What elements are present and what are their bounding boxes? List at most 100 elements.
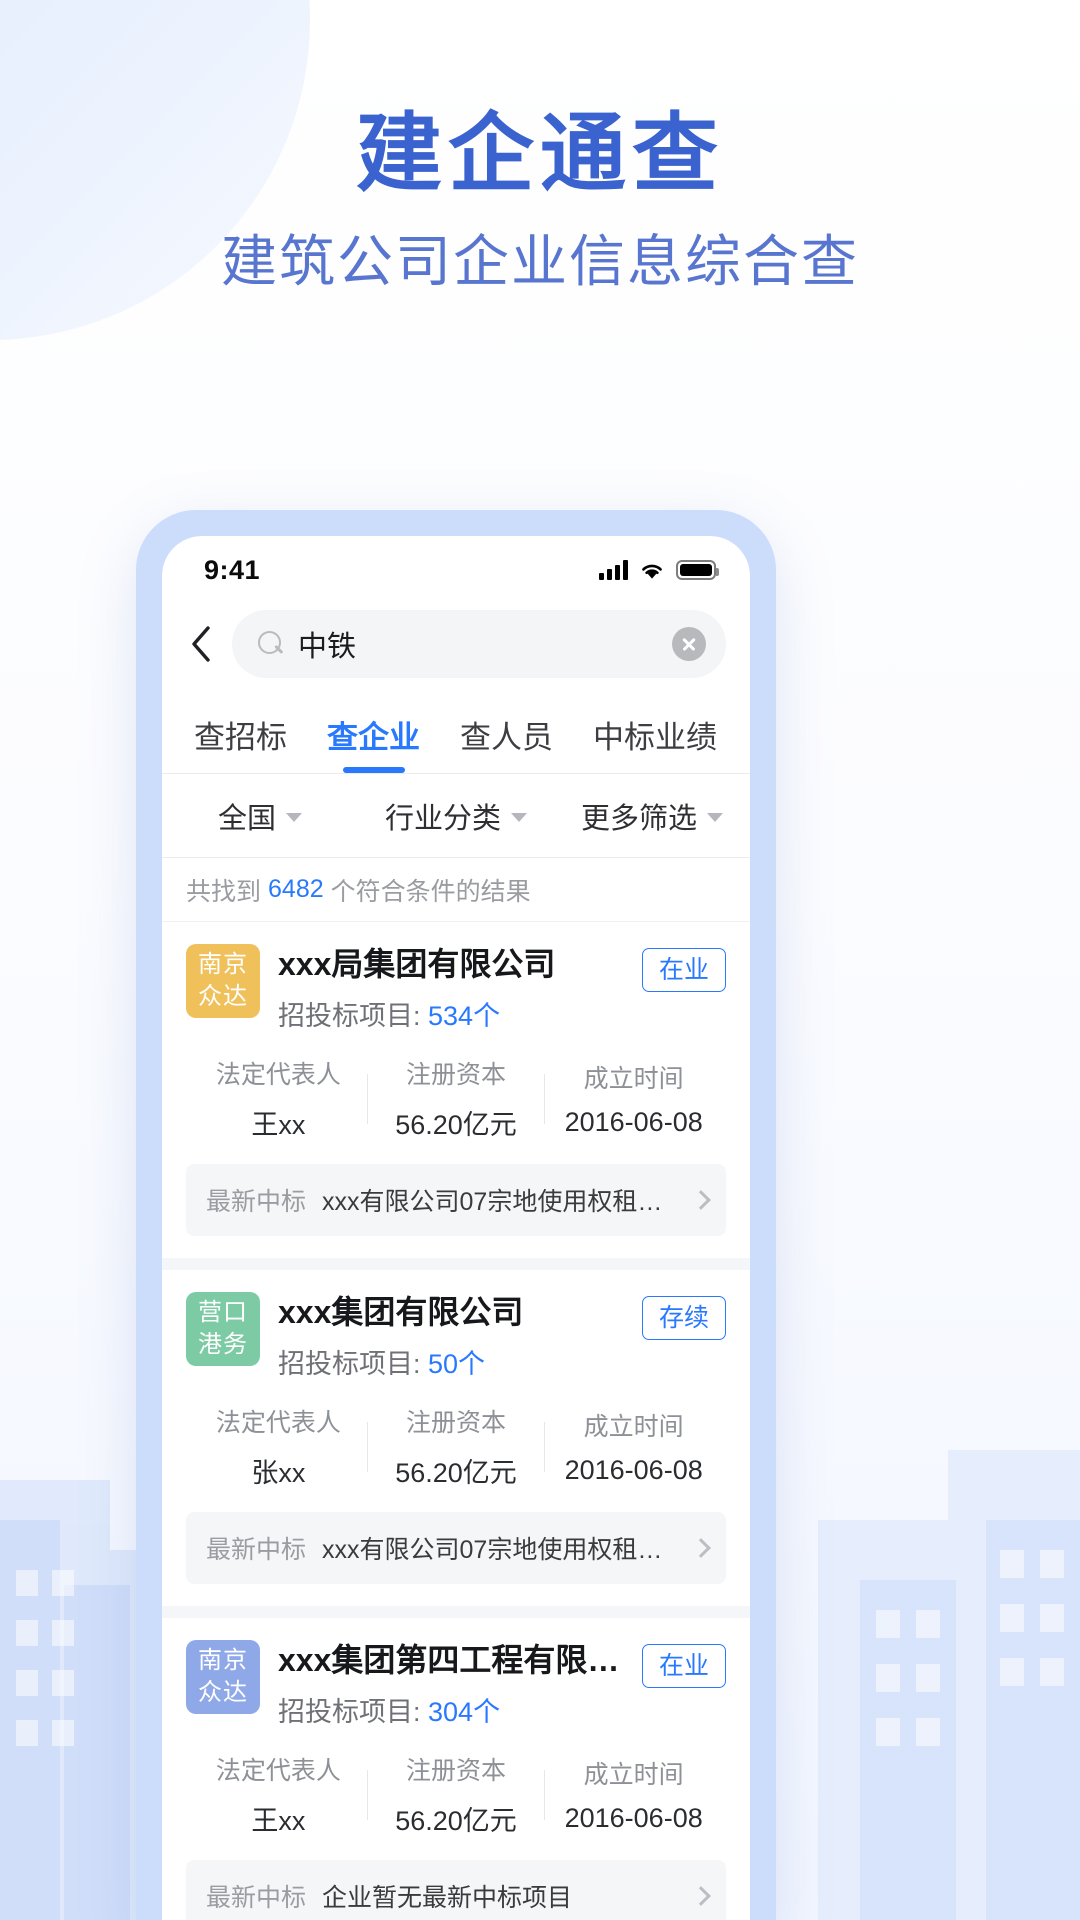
company-project-count: 招投标项目: 50个 xyxy=(278,1342,624,1381)
battery-full-icon xyxy=(676,560,719,580)
company-logo-line2: 港务 xyxy=(198,1331,248,1358)
stat-founded: 成立时间 2016-06-08 xyxy=(545,1059,722,1138)
wifi-icon xyxy=(639,560,665,580)
stat-legal-rep-value: 张xx xyxy=(251,1458,306,1488)
company-name: xxx集团有限公司 xyxy=(278,1294,524,1330)
stat-capital-value: 56.20亿元 xyxy=(395,1110,517,1140)
latest-bid-row[interactable]: 最新中标 xxx有限公司07宗地使用权租赁... xyxy=(186,1164,726,1236)
stat-capital: 注册资本 56.20亿元 xyxy=(368,1403,545,1490)
category-tabs: 查招标 查企业 查人员 中标业绩 四库业绩 xyxy=(162,696,750,774)
stat-legal-rep: 法定代表人 王xx xyxy=(190,1055,367,1142)
company-card-header: 南京 众达 xxx集团第四工程有限公司 招投标项目: 304个 在业 xyxy=(186,1640,726,1729)
stat-capital-label: 注册资本 xyxy=(406,1409,507,1437)
tab-cha-ren-yuan[interactable]: 查人员 xyxy=(460,712,553,773)
filter-region[interactable]: 全国 xyxy=(162,795,358,837)
stat-founded-value: 2016-06-08 xyxy=(564,1803,703,1833)
status-badge: 在业 xyxy=(641,1644,726,1688)
stat-capital: 注册资本 56.20亿元 xyxy=(368,1055,545,1142)
stat-legal-rep-value: 王xx xyxy=(251,1806,306,1836)
company-name: xxx集团第四工程有限公司 xyxy=(278,1642,624,1678)
company-stats: 法定代表人 王xx 注册资本 56.20亿元 成立时间 2016-06-08 xyxy=(186,1751,726,1838)
chevron-down-icon xyxy=(707,813,723,822)
result-count-number: 6482 xyxy=(268,875,324,903)
latest-bid-tag: 最新中标 xyxy=(206,1884,307,1912)
company-logo-line1: 南京 xyxy=(198,951,248,978)
company-logo-badge: 营口 港务 xyxy=(186,1292,260,1366)
company-card[interactable]: 南京 众达 xxx集团第四工程有限公司 招投标项目: 304个 在业 法定代表人 xyxy=(162,1618,750,1920)
stat-legal-rep-label: 法定代表人 xyxy=(215,1409,341,1437)
company-logo-line1: 营口 xyxy=(198,1299,248,1326)
latest-bid-tag: 最新中标 xyxy=(206,1536,307,1564)
search-input[interactable]: 中铁 xyxy=(232,610,726,678)
stat-founded: 成立时间 2016-06-08 xyxy=(545,1755,722,1834)
chevron-down-icon xyxy=(511,813,527,822)
latest-bid-text: xxx有限公司07宗地使用权租赁... xyxy=(322,1536,678,1564)
filter-bar: 全国 行业分类 更多筛选 xyxy=(162,774,750,858)
filter-industry[interactable]: 行业分类 xyxy=(358,795,554,837)
stat-capital-value: 56.20亿元 xyxy=(395,1458,517,1488)
filter-more-label: 更多筛选 xyxy=(580,802,697,835)
stat-founded-label: 成立时间 xyxy=(583,1413,684,1441)
signal-bars-icon xyxy=(599,560,628,580)
company-card-main: xxx局集团有限公司 招投标项目: 534个 xyxy=(278,944,624,1033)
chevron-right-icon xyxy=(691,1190,711,1210)
stat-founded-label: 成立时间 xyxy=(583,1065,684,1093)
stat-capital-value: 56.20亿元 xyxy=(395,1806,517,1836)
company-card[interactable]: 营口 港务 xxx集团有限公司 招投标项目: 50个 存续 法定代表人 张xx xyxy=(162,1270,750,1618)
company-stats: 法定代表人 张xx 注册资本 56.20亿元 成立时间 2016-06-08 xyxy=(186,1403,726,1490)
company-project-value: 50个 xyxy=(428,1349,486,1379)
stat-founded: 成立时间 2016-06-08 xyxy=(545,1407,722,1486)
stat-capital-label: 注册资本 xyxy=(406,1061,507,1089)
status-time: 9:41 xyxy=(204,554,261,585)
status-bar: 9:41 xyxy=(162,536,750,598)
filter-region-label: 全国 xyxy=(217,802,276,835)
company-project-value: 534个 xyxy=(428,1001,501,1031)
latest-bid-tag: 最新中标 xyxy=(206,1188,307,1216)
stat-founded-value: 2016-06-08 xyxy=(564,1107,703,1137)
company-logo-line2: 众达 xyxy=(198,1679,248,1706)
status-badge: 存续 xyxy=(641,1296,726,1340)
chevron-down-icon xyxy=(286,813,302,822)
hero-section: 建企通查 建筑公司企业信息综合查 xyxy=(0,0,1080,292)
latest-bid-row[interactable]: 最新中标 xxx有限公司07宗地使用权租赁... xyxy=(186,1512,726,1584)
stat-legal-rep-value: 王xx xyxy=(251,1110,306,1140)
latest-bid-text: xxx有限公司07宗地使用权租赁... xyxy=(322,1188,678,1216)
company-logo-badge: 南京 众达 xyxy=(186,944,260,1018)
result-count-suffix: 个符合条件的结果 xyxy=(330,877,531,906)
filter-more[interactable]: 更多筛选 xyxy=(554,795,750,837)
page-title: 建企通查 xyxy=(356,106,724,202)
stat-legal-rep: 法定代表人 王xx xyxy=(190,1751,367,1838)
stat-legal-rep-label: 法定代表人 xyxy=(215,1061,341,1089)
latest-bid-text: 企业暂无最新中标项目 xyxy=(322,1884,573,1912)
back-chevron-icon[interactable] xyxy=(184,622,218,666)
company-stats: 法定代表人 王xx 注册资本 56.20亿元 成立时间 2016-06-08 xyxy=(186,1055,726,1142)
result-count-prefix: 共找到 xyxy=(186,877,262,906)
company-card-main: xxx集团有限公司 招投标项目: 50个 xyxy=(278,1292,624,1381)
company-card[interactable]: 南京 众达 xxx局集团有限公司 招投标项目: 534个 在业 法定代表人 王x xyxy=(162,922,750,1270)
search-header: 中铁 xyxy=(162,598,750,696)
chevron-right-icon xyxy=(691,1886,711,1906)
latest-bid-row[interactable]: 最新中标 企业暂无最新中标项目 xyxy=(186,1860,726,1920)
company-logo-badge: 南京 众达 xyxy=(186,1640,260,1714)
company-card-header: 南京 众达 xxx局集团有限公司 招投标项目: 534个 在业 xyxy=(186,944,726,1033)
search-input-value: 中铁 xyxy=(298,631,357,663)
stat-founded-label: 成立时间 xyxy=(583,1761,684,1789)
company-logo-line2: 众达 xyxy=(198,983,248,1010)
status-badge: 在业 xyxy=(641,948,726,992)
stat-legal-rep-label: 法定代表人 xyxy=(215,1757,341,1785)
tab-cha-zhao-biao[interactable]: 查招标 xyxy=(194,712,287,773)
stat-founded-value: 2016-06-08 xyxy=(564,1455,703,1485)
phone-screen: 9:41 中铁 查招标 查企业 查人员 中标业绩 全国 行业分类 更多筛选 共找… xyxy=(162,536,750,1920)
search-icon xyxy=(258,631,284,657)
tab-cha-qi-ye[interactable]: 查企业 xyxy=(327,712,420,773)
clear-circle-icon[interactable] xyxy=(672,627,706,661)
stat-legal-rep: 法定代表人 张xx xyxy=(190,1403,367,1490)
promo-page: 建企通查 建筑公司企业信息综合查 9:41 中铁 查招标 查企业 查人员 中标业… xyxy=(0,0,1080,1920)
company-project-count: 招投标项目: 534个 xyxy=(278,994,624,1033)
company-logo-line1: 南京 xyxy=(198,1647,248,1674)
result-count: 共找到 6482 个符合条件的结果 xyxy=(162,858,750,922)
tab-zhong-biao-ye-ji[interactable]: 中标业绩 xyxy=(593,712,717,773)
chevron-right-icon xyxy=(691,1538,711,1558)
status-icons xyxy=(599,560,719,580)
company-project-count: 招投标项目: 304个 xyxy=(278,1690,624,1729)
